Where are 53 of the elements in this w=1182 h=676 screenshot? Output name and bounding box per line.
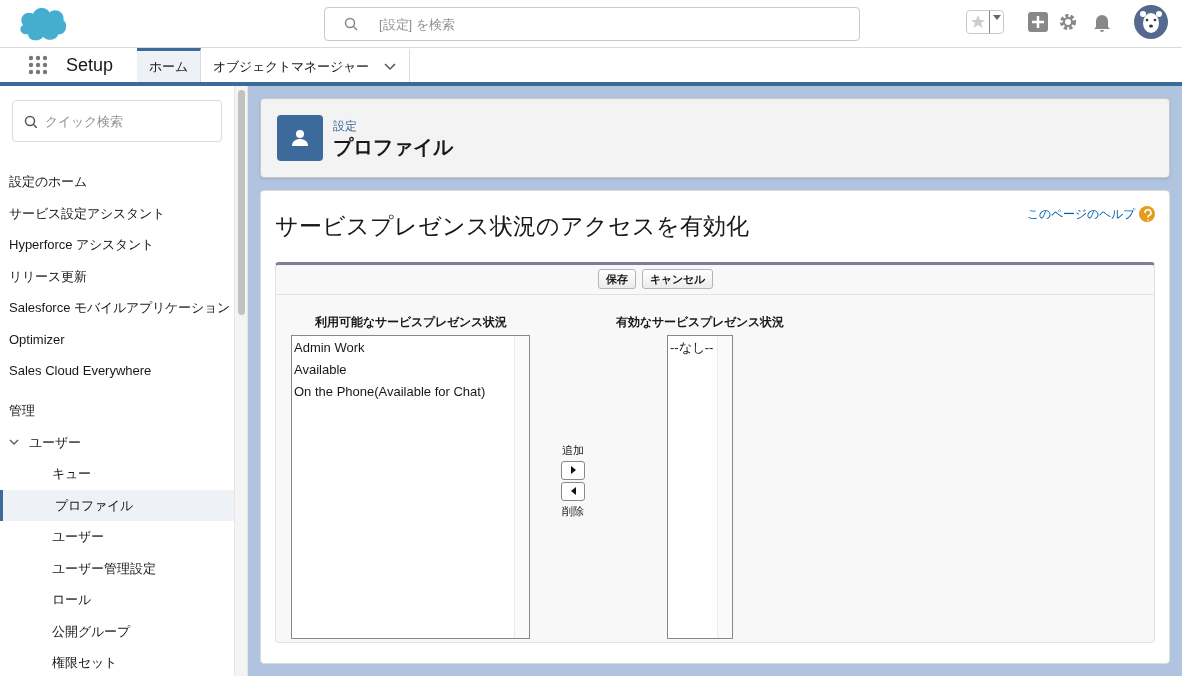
remove-button[interactable]: [561, 481, 585, 501]
plus-icon[interactable]: [1028, 12, 1048, 32]
search-icon: [344, 17, 358, 31]
section-heading: 管理: [8, 402, 36, 421]
list-option[interactable]: Admin Work: [292, 336, 514, 359]
sidebar-item[interactable]: Hyperforce アシスタント: [0, 229, 234, 261]
remove-label: 削除: [562, 503, 584, 519]
form-button[interactable]: 保存: [597, 269, 636, 289]
avatar-icon[interactable]: [1134, 5, 1168, 39]
search-field[interactable]: [設定] を検索: [324, 7, 860, 41]
help-icon[interactable]: [1139, 206, 1155, 222]
sidebar-item[interactable]: プロファイル: [0, 489, 234, 521]
page-title: プロファイル: [333, 134, 453, 160]
sidebar-item[interactable]: ユーザー管理設定: [0, 552, 234, 584]
sidebar-item[interactable]: ユーザー: [0, 521, 234, 553]
sidebar-item[interactable]: 設定のホーム: [0, 166, 234, 198]
form-button[interactable]: キャンセル: [641, 269, 713, 289]
sidebar-item[interactable]: リリース更新: [0, 260, 234, 292]
star-icon: [970, 14, 986, 30]
list-label: 有効なサービスプレゼンス状況: [616, 313, 784, 331]
breadcrumb-link[interactable]: 設定: [333, 116, 453, 135]
add-label: 追加: [562, 443, 584, 459]
settings-icon[interactable]: [1058, 12, 1078, 32]
sidebar-item[interactable]: ロール: [0, 584, 234, 616]
left-arrow-icon: [569, 486, 577, 497]
favorites-button[interactable]: [966, 10, 1004, 34]
sidebar-item[interactable]: Salesforce モバイルアプリケーション: [0, 292, 234, 324]
sidebar-item[interactable]: 公開グループ: [0, 615, 234, 647]
section-title: サービスプレゼンス状況のアクセスを有効化: [275, 212, 749, 241]
help-link[interactable]: このページのヘルプ: [1027, 205, 1135, 223]
search-icon: [24, 115, 37, 128]
list-option[interactable]: --なし--: [668, 336, 717, 359]
sidebar-item[interactable]: Optimizer: [0, 323, 234, 355]
select-list[interactable]: --なし--: [667, 334, 733, 639]
sidebar-item[interactable]: キュー: [0, 458, 234, 490]
bell-icon[interactable]: [1092, 12, 1112, 32]
right-arrow-icon: [569, 465, 577, 476]
app-launcher-icon[interactable]: [28, 55, 48, 75]
list-option[interactable]: Available: [292, 358, 514, 381]
add-button[interactable]: [561, 460, 585, 480]
scrollbar-thumb[interactable]: [238, 90, 245, 315]
sidebar-item[interactable]: Sales Cloud Everywhere: [0, 355, 234, 387]
quick-search-field[interactable]: クイック検索: [12, 100, 222, 142]
list-label: 利用可能なサービスプレゼンス状況: [314, 313, 507, 331]
sidebar-item[interactable]: 権限セット: [0, 647, 234, 676]
tree-node[interactable]: ユーザー: [0, 426, 234, 458]
select-list[interactable]: Admin Work Available On the Phone(Available for Chat): [291, 334, 530, 639]
app-name: Setup: [66, 53, 114, 77]
caret-icon[interactable]: [989, 11, 1003, 33]
list-option[interactable]: On the Phone(Available for Chat): [292, 380, 514, 403]
sidebar-item[interactable]: サービス設定アシスタント: [0, 197, 234, 229]
nav-tab[interactable]: ホーム: [137, 48, 202, 82]
person-icon: [290, 128, 310, 148]
